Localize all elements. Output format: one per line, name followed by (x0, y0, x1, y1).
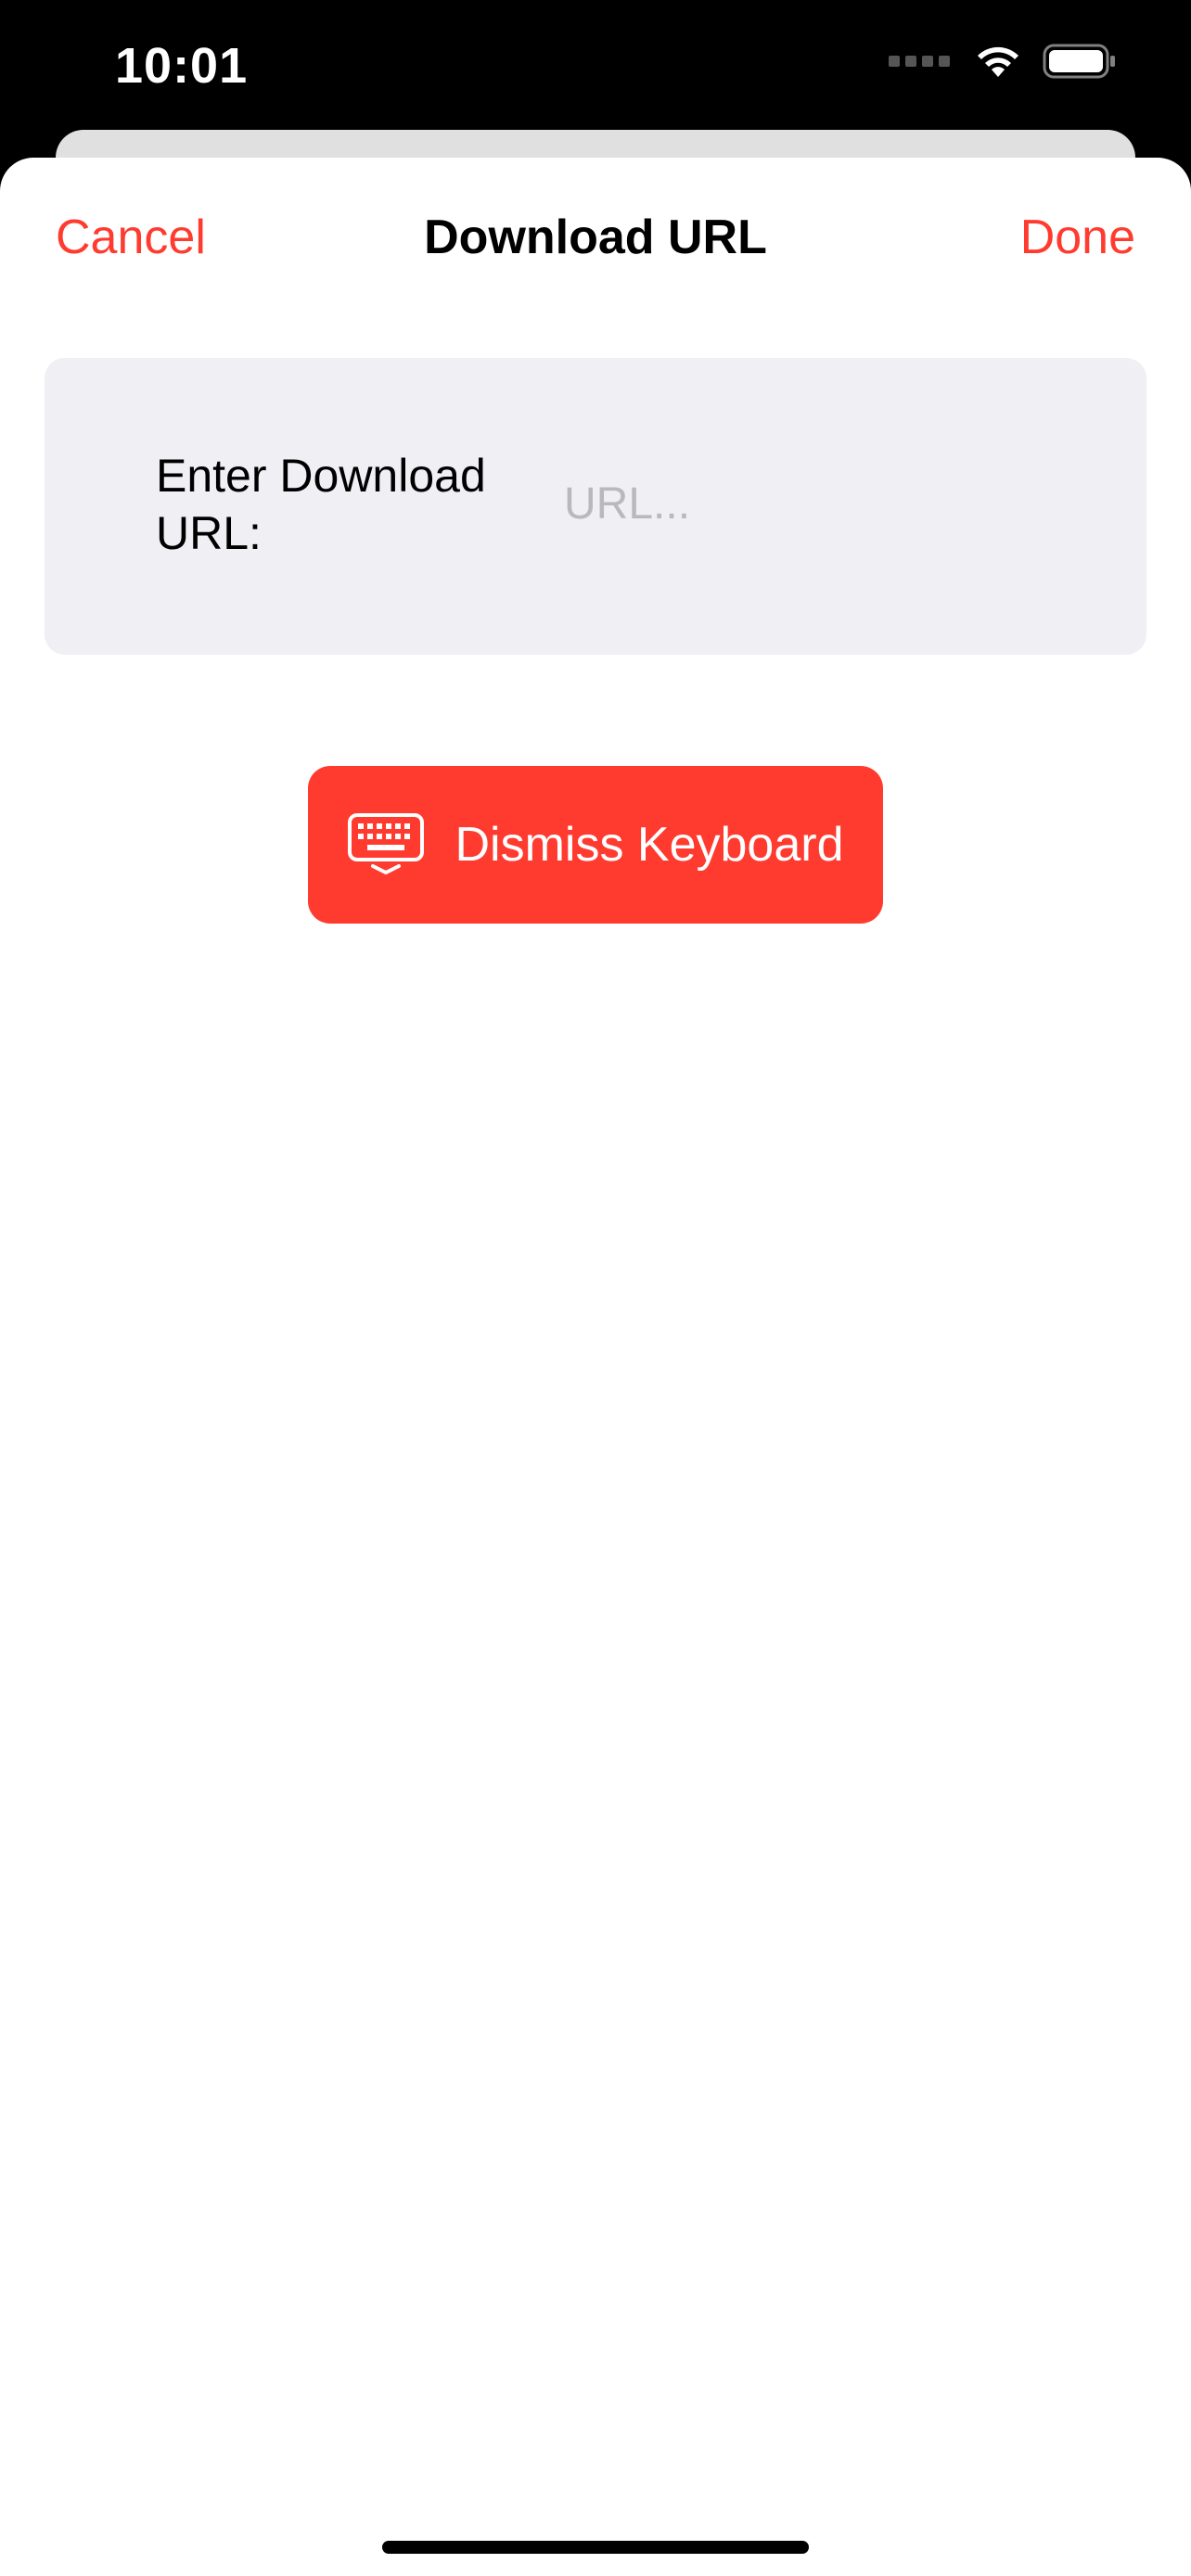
battery-icon (1043, 43, 1117, 80)
url-input[interactable] (564, 471, 1083, 536)
status-time: 10:01 (115, 38, 249, 94)
wifi-icon (974, 44, 1022, 79)
signal-icon (889, 56, 950, 67)
home-indicator[interactable] (382, 2541, 809, 2554)
cancel-button[interactable]: Cancel (56, 210, 206, 265)
download-url-sheet: Cancel Download URL Done Enter Download … (0, 158, 1191, 2576)
done-button[interactable]: Done (1020, 210, 1135, 265)
url-form-card: Enter Download URL: (45, 358, 1146, 655)
keyboard-icon (347, 812, 425, 877)
url-field-label: Enter Download URL: (156, 450, 486, 559)
status-icons (889, 43, 1117, 80)
dismiss-keyboard-button[interactable]: Dismiss Keyboard (308, 766, 883, 924)
status-bar: 10:01 (0, 0, 1191, 139)
dismiss-keyboard-label: Dismiss Keyboard (455, 818, 844, 872)
navigation-bar: Cancel Download URL Done (0, 158, 1191, 325)
